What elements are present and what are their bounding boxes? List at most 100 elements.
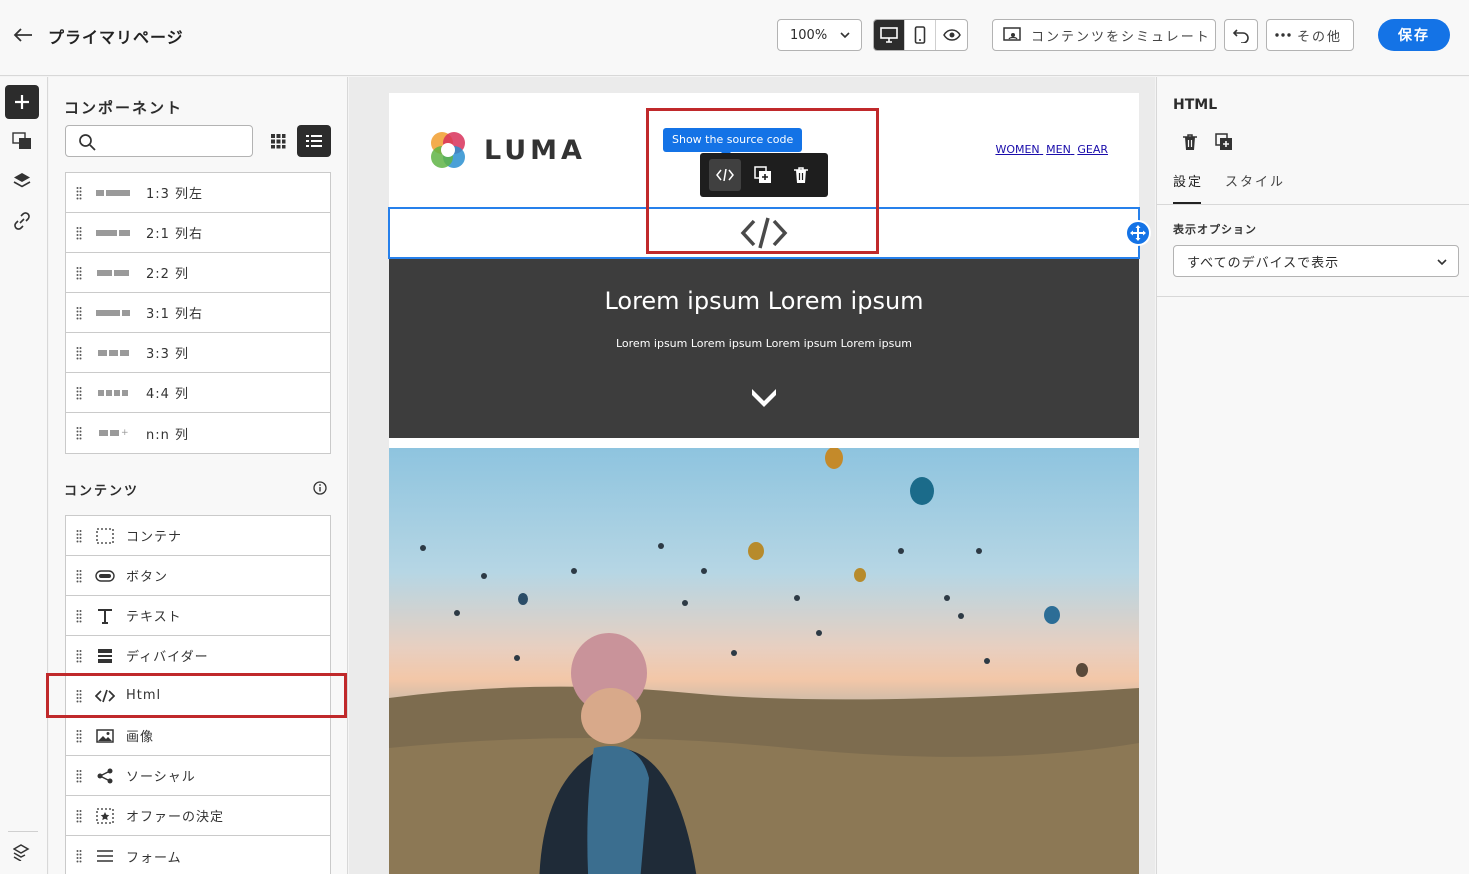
nav-link-women[interactable]: WOMEN: [995, 143, 1039, 156]
email-body: LUMA WOMEN MEN GEAR Show the source code: [388, 93, 1151, 874]
display-options-value: すべてのデバイスで表示: [1187, 255, 1340, 271]
search-icon: [79, 134, 96, 151]
drag-handle-icon: [76, 387, 82, 400]
content-item-form[interactable]: フォーム: [66, 836, 330, 874]
drag-handle-icon: [76, 730, 82, 743]
more-icon: [1275, 33, 1291, 37]
offer-icon: [94, 807, 116, 825]
list-view-button[interactable]: [297, 125, 331, 157]
html-item-highlight: [46, 673, 347, 718]
luma-logo[interactable]: LUMA: [426, 128, 586, 172]
back-button[interactable]: [10, 22, 36, 48]
structure-label: 2:2 列: [146, 267, 190, 282]
assets-icon: [12, 132, 31, 149]
delete-component-button[interactable]: [1179, 131, 1201, 153]
structure-label: 3:3 列: [146, 347, 190, 362]
duplicate-component-button[interactable]: [1213, 131, 1235, 153]
layer-settings-button[interactable]: [5, 835, 39, 869]
desktop-icon: [880, 27, 898, 43]
content-item-image[interactable]: 画像: [66, 716, 330, 756]
undo-button[interactable]: [1224, 19, 1258, 51]
simulate-label: コンテンツをシミュレート: [1031, 29, 1211, 45]
plus-icon: [15, 95, 29, 109]
content-item-divider[interactable]: ディバイダー: [66, 636, 330, 676]
content-label: オファーの決定: [126, 810, 225, 825]
section-divider: [1157, 296, 1469, 297]
zoom-value: 100%: [790, 27, 828, 43]
layout-n-n-icon: +: [96, 424, 130, 442]
brand-name: LUMA: [484, 134, 586, 166]
move-icon: [1130, 225, 1146, 241]
structure-item-2-1[interactable]: 2:1 列右: [66, 213, 330, 253]
structure-label: 4:4 列: [146, 387, 190, 402]
structure-label: 2:1 列右: [146, 227, 204, 242]
info-icon[interactable]: [313, 481, 327, 495]
structure-label: 1:3 列左: [146, 187, 204, 202]
chevron-down-icon: [752, 389, 776, 407]
content-item-social[interactable]: ソーシャル: [66, 756, 330, 796]
duplicate-icon: [1215, 133, 1232, 150]
content-item-offer-decision[interactable]: オファーの決定: [66, 796, 330, 836]
content-item-container[interactable]: コンテナ: [66, 516, 330, 556]
hero-title: Lorem ipsum Lorem ipsum: [604, 287, 924, 315]
content-label: ディバイダー: [126, 650, 209, 665]
move-handle-button[interactable]: [1125, 220, 1151, 246]
arrow-left-icon: [13, 28, 32, 42]
drag-handle-icon: [76, 570, 82, 583]
image-icon: [94, 727, 116, 745]
layout-1-3-icon: [96, 184, 130, 202]
desktop-view-button[interactable]: [874, 20, 905, 50]
structure-item-3-3[interactable]: 3:3 列: [66, 333, 330, 373]
content-item-text[interactable]: テキスト: [66, 596, 330, 636]
trash-icon: [1183, 134, 1197, 150]
top-bar: プライマリページ 100% コンテンツをシミュレート その他 保存: [0, 0, 1469, 76]
drag-handle-icon: [76, 427, 82, 440]
add-components-button[interactable]: [5, 85, 39, 119]
eye-icon: [942, 29, 961, 41]
drag-handle-icon: [76, 227, 82, 240]
layout-2-2-icon: [96, 264, 130, 282]
drag-handle-icon: [76, 187, 82, 200]
text-icon: [94, 607, 116, 625]
chevron-down-icon: [1437, 259, 1447, 266]
layers-icon: [13, 173, 31, 188]
content-item-button[interactable]: ボタン: [66, 556, 330, 596]
preview-button[interactable]: [936, 20, 967, 50]
link-icon: [14, 212, 30, 230]
display-options-select[interactable]: すべてのデバイスで表示: [1173, 245, 1459, 277]
structure-item-n-n[interactable]: + n:n 列: [66, 413, 330, 453]
undo-icon: [1232, 29, 1249, 43]
assets-button[interactable]: [5, 124, 39, 158]
tab-settings[interactable]: 設定: [1173, 171, 1203, 190]
layers-button[interactable]: [5, 164, 39, 198]
content-label: ボタン: [126, 570, 169, 585]
container-icon: [94, 527, 116, 545]
properties-title: HTML: [1173, 97, 1218, 113]
mobile-view-button[interactable]: [905, 20, 936, 50]
hero-banner[interactable]: Lorem ipsum Lorem ipsum Lorem ipsum Lore…: [389, 259, 1139, 438]
grid-view-button[interactable]: [263, 125, 293, 157]
more-button[interactable]: その他: [1266, 19, 1354, 51]
mobile-icon: [914, 26, 926, 44]
share-icon: [94, 767, 116, 785]
nav-link-gear[interactable]: GEAR: [1077, 143, 1108, 156]
hero-photo[interactable]: [389, 448, 1139, 874]
layout-3-1-icon: [96, 304, 130, 322]
tab-style[interactable]: スタイル: [1225, 171, 1285, 190]
drag-handle-icon: [76, 610, 82, 623]
simulate-content-button[interactable]: コンテンツをシミュレート: [992, 19, 1216, 51]
nav-link-men[interactable]: MEN: [1046, 143, 1071, 156]
structure-item-2-2[interactable]: 2:2 列: [66, 253, 330, 293]
properties-panel: HTML 設定 スタイル 表示オプション すべてのデバイスで表示: [1156, 77, 1469, 874]
links-button[interactable]: [5, 204, 39, 238]
zoom-select[interactable]: 100%: [777, 19, 862, 51]
components-panel: コンポーネント 1:3 列左 2:1 列右 2:2 列 3:1 列右 3:3 列…: [49, 77, 348, 874]
drag-handle-icon: [76, 810, 82, 823]
structure-item-1-3[interactable]: 1:3 列左: [66, 173, 330, 213]
save-button[interactable]: 保存: [1378, 19, 1450, 51]
structure-item-3-1[interactable]: 3:1 列右: [66, 293, 330, 333]
components-title: コンポーネント: [64, 99, 184, 117]
chevron-down-icon: [840, 32, 850, 39]
search-input[interactable]: [65, 125, 253, 157]
structure-item-4-4[interactable]: 4:4 列: [66, 373, 330, 413]
